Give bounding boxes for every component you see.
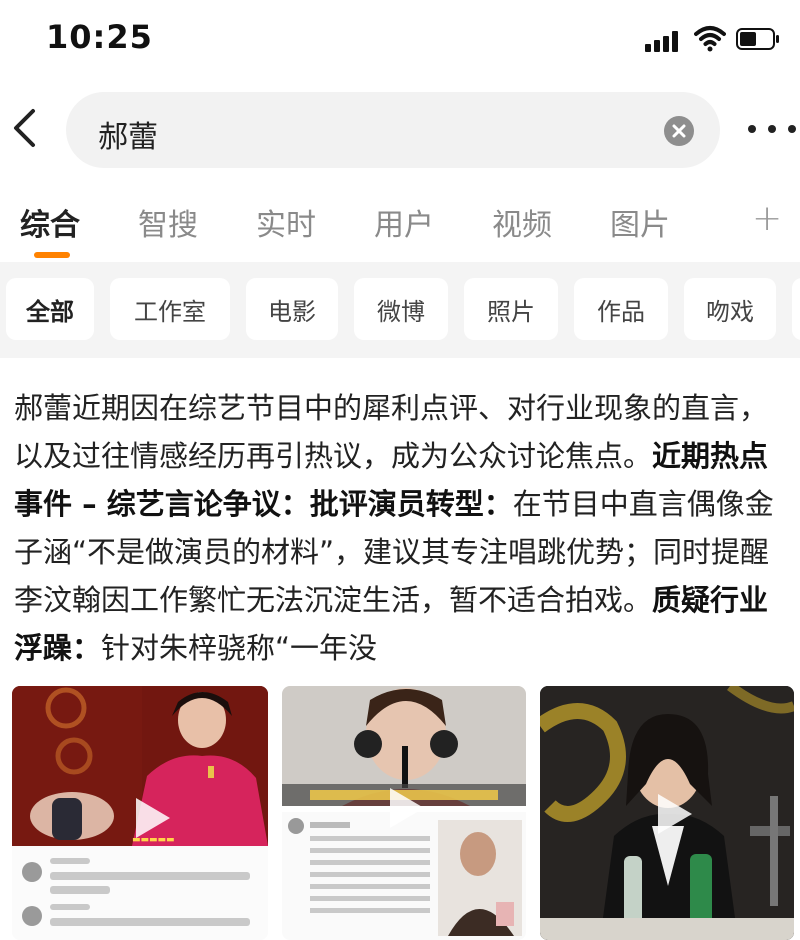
search-query: 郝蕾 [98,120,158,155]
summary-point1-heading: 批评演员转型： [309,487,513,521]
clear-search-button[interactable] [664,116,694,146]
tab-users[interactable]: 用户 [374,200,434,244]
chip-overflow[interactable] [792,278,800,340]
more-icon[interactable] [748,114,796,144]
play-icon[interactable] [122,790,178,846]
image-card-2[interactable] [282,686,526,940]
status-bar: 10:25 [0,0,800,78]
tab-realtime[interactable]: 实时 [256,200,316,244]
avatar [22,906,42,926]
video-card-1[interactable]: ▬▬▬▬▬ [12,686,268,940]
chip-studio[interactable]: 工作室 [110,278,230,340]
chevron-left-icon [14,109,35,147]
chip-weibo[interactable]: 微博 [354,278,448,340]
summary-point2-text: 针对朱梓骁称“一年没 [101,631,378,665]
chip-kiss-scenes[interactable]: 吻戏 [684,278,776,340]
tab-pictures[interactable]: 图片 [610,200,670,244]
chip-works[interactable]: 作品 [574,278,668,340]
play-icon[interactable] [644,786,700,842]
chip-photos[interactable]: 照片 [464,278,558,340]
comment-snippet-1 [12,848,268,940]
media-row: ▬▬▬▬▬ [0,686,800,940]
ai-summary-text[interactable]: 郝蕾近期因在综艺节目中的犀利点评、对行业现象的直言，以及过往情感经历再引热议，成… [14,384,794,672]
wifi-icon [694,26,726,52]
filter-chip-row: 全部 工作室 电影 微博 照片 作品 吻戏 [0,262,800,358]
add-tab-icon[interactable]: + [752,198,782,239]
chip-movies[interactable]: 电影 [246,278,338,340]
avatar [22,862,42,882]
tab-comprehensive[interactable]: 综合 [20,200,80,244]
battery-icon [736,28,779,50]
chip-all[interactable]: 全部 [6,278,94,340]
cellular-signal-icon [645,30,683,52]
screen: 10:25 郝蕾 综合 智搜 实时 用户 视频 图片 + 全部 工作室 电影 微… [0,0,800,940]
play-icon[interactable] [376,780,432,836]
search-header: 郝蕾 [0,88,800,176]
video-card-3[interactable] [540,686,794,940]
clear-icon [672,124,686,138]
main-tabs: 综合 智搜 实时 用户 视频 图片 + [0,190,800,262]
back-button[interactable] [4,102,44,154]
status-time: 10:25 [46,18,153,56]
search-input[interactable]: 郝蕾 [66,92,720,168]
tab-smart-search[interactable]: 智搜 [138,200,198,244]
active-tab-indicator [34,252,70,258]
tab-videos[interactable]: 视频 [492,200,552,244]
